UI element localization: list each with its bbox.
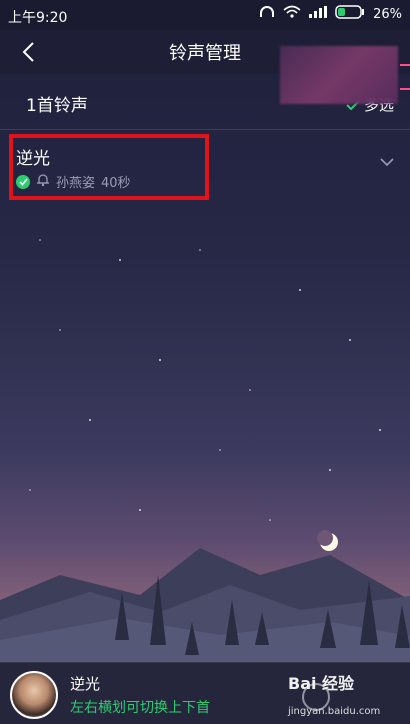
signal-icon	[309, 6, 328, 22]
player-title: 逆光	[70, 675, 101, 693]
watermark-brand: Bai 经验	[288, 674, 355, 693]
ringtone-count: 1首铃声	[26, 96, 88, 116]
watermark-url: jingyan.baidu.com	[288, 706, 381, 717]
pink-marker	[400, 64, 410, 66]
status-icons: 26%	[259, 5, 402, 23]
redacted-area	[280, 46, 398, 104]
watermark: Bai 经验 jingyan.baidu.com	[288, 670, 380, 717]
pink-marker	[400, 88, 410, 90]
chevron-down-icon[interactable]	[380, 152, 394, 171]
ringtone-manager-screen: 上午9:20 26% 铃声管理 1首铃声 多选 逆光 孙燕姿 40秒 逆光 左右…	[0, 0, 410, 724]
moon-icon	[317, 530, 338, 551]
battery-icon	[335, 5, 365, 23]
highlight-box	[9, 134, 209, 200]
status-bar: 上午9:20 26%	[0, 0, 410, 30]
player-hint: 左右横划可切换上下首	[70, 700, 210, 716]
status-time: 上午9:20	[8, 10, 68, 26]
headphone-icon	[259, 5, 275, 23]
album-art[interactable]	[10, 671, 58, 719]
battery-percent: 26%	[373, 6, 402, 22]
wifi-icon	[283, 5, 301, 23]
